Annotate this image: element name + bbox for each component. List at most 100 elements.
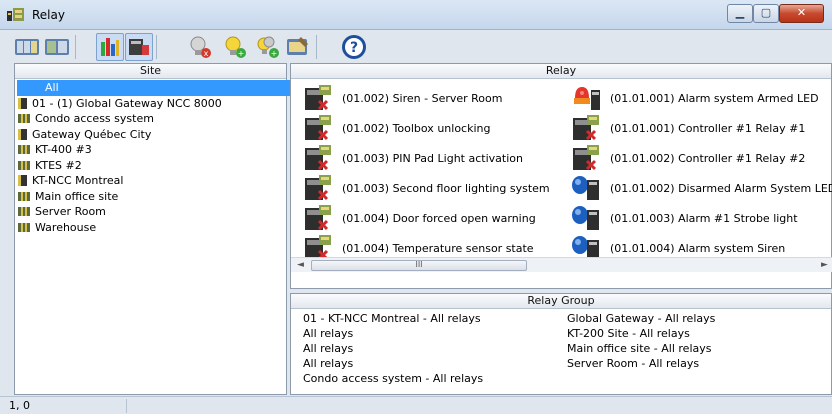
site-item[interactable]: Condo access system xyxy=(15,111,286,127)
site-item[interactable]: Main office site xyxy=(15,189,286,205)
controllers-view-button[interactable] xyxy=(13,33,41,61)
site-item-label: KT-NCC Montreal xyxy=(32,174,124,188)
relay-item[interactable]: (01.01.002) Controller #1 Relay #2 xyxy=(571,143,805,173)
relay-item[interactable]: (01.002) Toolbox unlocking xyxy=(303,113,490,143)
site-item[interactable]: Gateway Québec City xyxy=(15,127,286,143)
relay-app-icon xyxy=(7,8,24,21)
gateways-view-button[interactable] xyxy=(43,33,71,61)
close-button[interactable]: ✕ xyxy=(779,4,824,23)
gateway-icon xyxy=(18,222,30,232)
relay-group-column-right: Global Gateway - All relays KT-200 Site -… xyxy=(567,311,831,386)
maximize-button[interactable]: ▢ xyxy=(753,4,779,23)
relay-status-button[interactable] xyxy=(125,33,153,61)
horizontal-scrollbar[interactable]: ◄ III ► xyxy=(291,257,832,272)
relay-item[interactable]: (01.004) Door forced open warning xyxy=(303,203,536,233)
relay-group-item[interactable]: Condo access system - All relays xyxy=(303,371,567,386)
relay-edit-icon xyxy=(287,37,308,55)
relay-group-item[interactable]: All relays xyxy=(303,326,567,341)
relay-group-item[interactable]: 01 - KT-NCC Montreal - All relays xyxy=(303,311,567,326)
relay-list[interactable]: (01.002) Siren - Server Room (01.002) Too… xyxy=(291,80,832,257)
relay-group-panel: Relay Group 01 - KT-NCC Montreal - All r… xyxy=(290,293,832,395)
relay-off-icon xyxy=(305,235,331,257)
minimize-button[interactable]: ▁ xyxy=(727,4,753,23)
relay-group-column-left: 01 - KT-NCC Montreal - All relays All rel… xyxy=(303,311,567,386)
relay-item[interactable]: (01.003) Second floor lighting system xyxy=(303,173,550,203)
site-item[interactable]: 01 - (1) Global Gateway NCC 8000 xyxy=(15,96,286,112)
status-bar: 1, 0 xyxy=(0,396,832,414)
gateway-icon xyxy=(18,145,30,155)
relay-group-item[interactable]: Main office site - All relays xyxy=(567,341,831,356)
title-bar: Relay ▁ ▢ ✕ xyxy=(0,0,832,30)
svg-text:+: + xyxy=(271,49,278,58)
site-item[interactable]: Server Room xyxy=(15,204,286,220)
relay-group-item[interactable]: All relays xyxy=(303,341,567,356)
relay-item[interactable]: (01.002) Siren - Server Room xyxy=(303,83,502,113)
relay-item-label: (01.002) Siren - Server Room xyxy=(342,91,503,105)
site-item[interactable]: KT-400 #3 xyxy=(15,142,286,158)
relay-item-label: (01.01.002) Disarmed Alarm System LED xyxy=(610,181,832,195)
controller-icon xyxy=(18,175,27,187)
site-item[interactable]: Warehouse xyxy=(15,220,286,236)
relay-item-icon-wrap xyxy=(303,234,333,257)
alarm-armed-icon xyxy=(574,87,600,110)
relay-item[interactable]: (01.01.001) Alarm system Armed LED xyxy=(571,83,819,113)
relay-panel-header: Relay xyxy=(291,64,831,79)
relay-item-label: (01.01.002) Controller #1 Relay #2 xyxy=(610,151,806,165)
gateway-icon xyxy=(18,207,30,217)
scroll-left-arrow-icon[interactable]: ◄ xyxy=(293,258,308,273)
help-icon: ? xyxy=(342,35,366,59)
relay-item[interactable]: (01.01.004) Alarm system Siren xyxy=(571,233,785,257)
relay-group-item[interactable]: Global Gateway - All relays xyxy=(567,311,831,326)
relay-item-icon-wrap xyxy=(571,234,601,257)
relay-edit-button[interactable] xyxy=(284,33,312,61)
relay-item[interactable]: (01.003) PIN Pad Light activation xyxy=(303,143,523,173)
site-list[interactable]: All 01 - (1) Global Gateway NCC 8000 Condo… xyxy=(15,79,300,236)
controller-icon xyxy=(18,97,27,109)
site-panel: Site All 01 - (1) Global Gateway NCC 8000… xyxy=(14,63,300,395)
scroll-thumb[interactable]: III xyxy=(311,260,527,271)
relay-item[interactable]: (01.01.001) Controller #1 Relay #1 xyxy=(571,113,805,143)
toolbar-separator xyxy=(75,35,76,59)
relay-item-icon-wrap xyxy=(571,114,601,142)
relay-off-icon xyxy=(305,175,331,201)
toolbar-separator xyxy=(316,35,317,59)
controller-icon xyxy=(18,128,27,140)
relay-item-icon-wrap xyxy=(303,204,333,232)
relay-item-icon-wrap xyxy=(303,144,333,172)
relay-view-button[interactable] xyxy=(96,33,124,61)
help-button[interactable]: ? xyxy=(340,33,368,61)
relay-group-item[interactable]: All relays xyxy=(303,356,567,371)
site-item-label: KTES #2 xyxy=(35,158,82,172)
site-item[interactable]: KT-NCC Montreal xyxy=(15,173,286,189)
relay-item[interactable]: (01.01.002) Disarmed Alarm System LED xyxy=(571,173,832,203)
relay-group-item[interactable]: Server Room - All relays xyxy=(567,356,831,371)
window-title: Relay xyxy=(32,8,65,22)
relay-panel: Relay (01.002) Siren - Server Room (01.00… xyxy=(290,63,832,289)
relay-item-label: (01.01.001) Controller #1 Relay #1 xyxy=(610,121,806,135)
relay-item-icon-wrap xyxy=(571,144,601,172)
bulb-off-button[interactable]: x xyxy=(186,33,214,61)
relay-item-icon-wrap xyxy=(303,84,333,112)
site-item[interactable]: KTES #2 xyxy=(15,158,286,174)
controllers-view-icon xyxy=(15,39,39,55)
relay-group-list[interactable]: 01 - KT-NCC Montreal - All relays All rel… xyxy=(291,309,831,386)
relay-item[interactable]: (01.004) Temperature sensor state xyxy=(303,233,534,257)
relay-item-label: (01.01.001) Alarm system Armed LED xyxy=(610,91,819,105)
site-item-label: KT-400 #3 xyxy=(35,143,92,157)
relay-item-label: (01.003) PIN Pad Light activation xyxy=(342,151,523,165)
site-item-label: 01 - (1) Global Gateway NCC 8000 xyxy=(32,96,222,110)
relay-item-icon-wrap xyxy=(571,204,601,232)
site-item-label: Server Room xyxy=(35,205,106,219)
relay-group-panel-header: Relay Group xyxy=(291,294,831,309)
gateways-view-icon xyxy=(45,39,69,55)
toolbar-separator xyxy=(156,35,157,59)
bulb-group-button[interactable]: + xyxy=(254,33,282,61)
bulb-add-button[interactable]: + xyxy=(221,33,249,61)
relay-off-icon xyxy=(305,85,331,111)
relay-item-label: (01.004) Door forced open warning xyxy=(342,211,536,225)
site-item[interactable]: All xyxy=(17,80,300,96)
svg-text:?: ? xyxy=(350,40,358,56)
relay-group-item[interactable]: KT-200 Site - All relays xyxy=(567,326,831,341)
scroll-right-arrow-icon[interactable]: ► xyxy=(817,258,832,273)
relay-item[interactable]: (01.01.003) Alarm #1 Strobe light xyxy=(571,203,798,233)
